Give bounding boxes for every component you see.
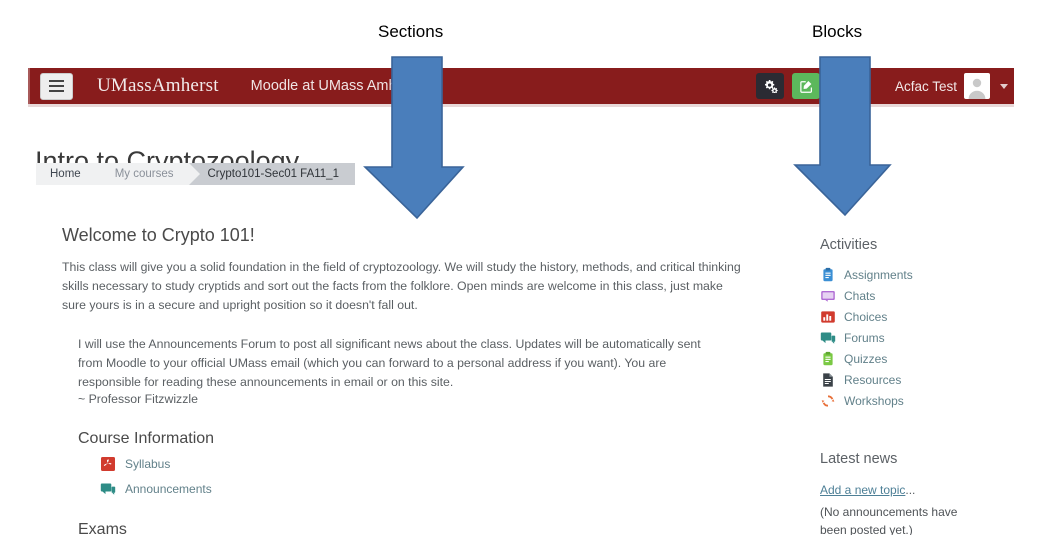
add-topic-row: Add a new topic... (820, 481, 1030, 499)
activity-item-label: Forums (844, 331, 885, 345)
breadcrumb: Home My courses Crypto101-Sec01 FA11_1 (36, 163, 355, 185)
activity-item-label: Workshops (844, 394, 904, 408)
breadcrumb-item-home[interactable]: Home (36, 163, 108, 185)
activities-block: Activities Assignments Chats Choices For… (820, 237, 1030, 409)
moodle-page: UMassAmherst Moodle at UMass Amherst o A… (0, 55, 1054, 535)
user-menu-chevron-down-icon[interactable] (1000, 83, 1008, 89)
breadcrumb-item-my-courses[interactable]: My courses (96, 163, 201, 185)
activity-item-assignments[interactable]: Assignments (820, 267, 1030, 283)
add-a-new-topic-link[interactable]: Add a new topic (820, 483, 905, 497)
activity-item-quizzes[interactable]: Quizzes (820, 351, 1030, 367)
user-menu-label[interactable]: Acfac Test (895, 79, 957, 94)
annotation-label-blocks: Blocks (812, 22, 863, 41)
cogs-icon[interactable] (756, 73, 785, 99)
activities-list: Assignments Chats Choices Forums Quizzes… (820, 267, 1030, 409)
breadcrumb-item-course[interactable]: Crypto101-Sec01 FA11_1 (189, 163, 355, 185)
instructor-signature: ~ Professor Fitzwizzle (78, 392, 198, 407)
latest-news-block: Latest news Add a new topic... (No annou… (820, 451, 1030, 535)
block-title-latest-news: Latest news (820, 451, 898, 467)
welcome-heading: Welcome to Crypto 101! (62, 225, 255, 245)
activity-item-label: Assignments (844, 268, 913, 282)
avatar[interactable] (964, 73, 990, 99)
brand-logo[interactable]: UMassAmherst (97, 75, 219, 97)
cogs-glyph (764, 80, 778, 93)
resource-link-label: Syllabus (125, 457, 171, 472)
announcement-block: I will use the Announcements Forum to po… (78, 335, 728, 406)
resource-file-icon (823, 373, 833, 387)
resource-link-syllabus[interactable]: Syllabus (100, 456, 752, 472)
annotation-arrow-sections (363, 56, 465, 220)
activity-item-resources[interactable]: Resources (820, 372, 1030, 388)
workshop-icon (821, 395, 835, 407)
activity-item-label: Quizzes (844, 352, 888, 366)
blocks-column: Activities Assignments Chats Choices For… (820, 237, 1030, 535)
quiz-icon (823, 351, 833, 366)
choice-icon (821, 311, 835, 323)
activity-item-label: Resources (844, 373, 902, 387)
section-heading-course-information: Course Information (78, 430, 215, 448)
pdf-file-icon (101, 457, 115, 472)
announcement-paragraph: I will use the Announcements Forum to po… (78, 337, 701, 390)
forum-icon (100, 483, 116, 496)
no-announcements-message: (No announcements have been posted yet.) (820, 505, 958, 535)
resource-link-label: Announcements (125, 482, 212, 497)
assignment-icon (823, 267, 833, 282)
forum-icon (820, 332, 836, 344)
activity-item-chats[interactable]: Chats (820, 288, 1030, 304)
course-sections-column: Welcome to Crypto 101! This class will g… (62, 225, 752, 535)
hamburger-icon[interactable] (40, 72, 73, 100)
activity-item-workshops[interactable]: Workshops (820, 393, 1030, 409)
section-heading-exams: Exams (78, 521, 127, 535)
activity-item-label: Chats (844, 289, 876, 303)
intro-paragraph: This class will give you a solid foundat… (62, 260, 741, 313)
chat-icon (821, 291, 835, 302)
resource-link-announcements[interactable]: Announcements (100, 481, 752, 497)
activity-item-label: Choices (844, 310, 888, 324)
activity-item-forums[interactable]: Forums (820, 330, 1030, 346)
annotation-label-sections: Sections (378, 22, 444, 41)
user-avatar-icon (968, 78, 986, 99)
block-title-activities: Activities (820, 237, 878, 253)
annotation-arrow-blocks (793, 56, 892, 217)
activity-item-choices[interactable]: Choices (820, 309, 1030, 325)
add-topic-ellipsis: ... (905, 483, 916, 497)
